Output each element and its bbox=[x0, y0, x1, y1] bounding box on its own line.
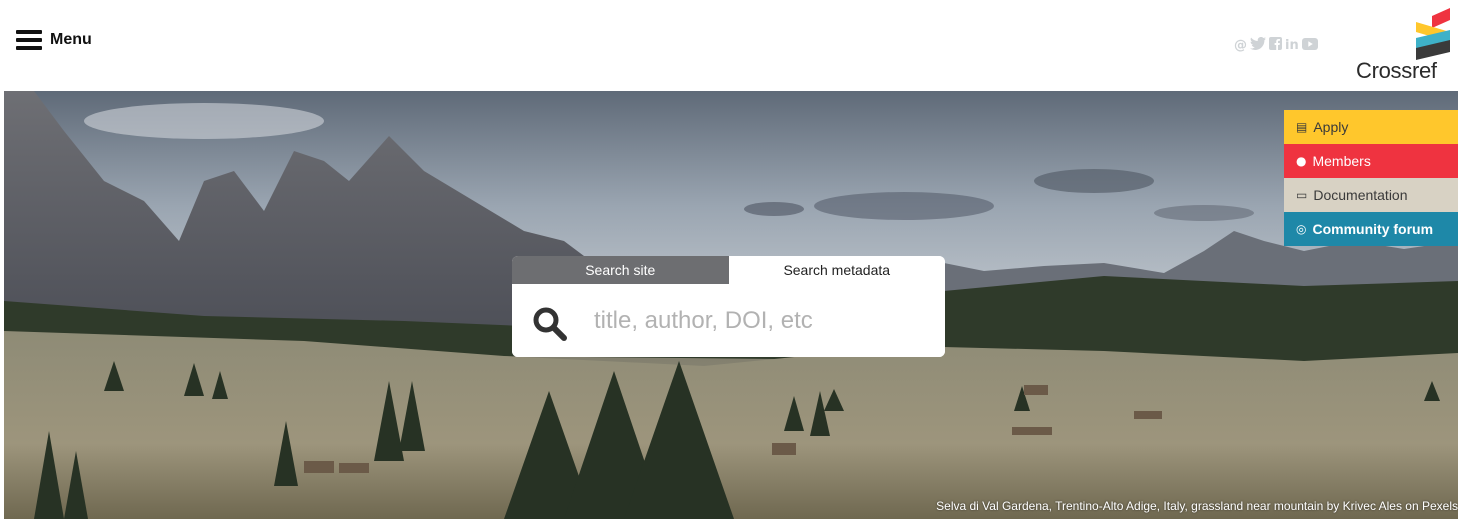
crossref-logo[interactable]: Crossref bbox=[1356, 8, 1458, 84]
logo-text: Crossref bbox=[1356, 58, 1437, 83]
search-input[interactable] bbox=[592, 302, 926, 340]
linkedin-icon[interactable]: in bbox=[1285, 38, 1299, 53]
members-link[interactable]: ● Members bbox=[1284, 144, 1458, 178]
tab-search-metadata[interactable]: Search metadata bbox=[728, 256, 945, 284]
chat-icon: ▭ bbox=[1296, 188, 1308, 202]
documentation-label: Documentation bbox=[1313, 187, 1408, 203]
twitter-icon[interactable] bbox=[1250, 36, 1266, 54]
search-icon[interactable] bbox=[532, 306, 568, 342]
youtube-icon[interactable] bbox=[1301, 37, 1318, 54]
facebook-icon[interactable] bbox=[1269, 37, 1282, 54]
hamburger-icon bbox=[16, 30, 42, 50]
crossref-logo-mark bbox=[1416, 8, 1450, 60]
search-tabs: Search site Search metadata bbox=[512, 256, 945, 284]
person-icon: ● bbox=[1296, 154, 1307, 168]
form-icon: ▤ bbox=[1296, 120, 1308, 134]
community-forum-label: Community forum bbox=[1312, 221, 1434, 237]
menu-button[interactable]: Menu bbox=[16, 30, 92, 50]
photo-credit: Selva di Val Gardena, Trentino-Alto Adig… bbox=[936, 499, 1458, 513]
search-field bbox=[512, 284, 945, 357]
documentation-link[interactable]: ▭ Documentation bbox=[1284, 178, 1458, 212]
menu-label: Menu bbox=[50, 31, 92, 48]
at-icon[interactable]: @ bbox=[1234, 38, 1247, 53]
speech-bubbles-icon: ◎ bbox=[1296, 222, 1307, 236]
site-header: Menu @ in Crossref bbox=[0, 0, 1458, 90]
social-links: @ in bbox=[1234, 36, 1318, 54]
quick-links: ▤ Apply ● Members ▭ Documentation ◎ Comm… bbox=[1284, 110, 1458, 246]
tab-search-site[interactable]: Search site bbox=[512, 256, 729, 284]
members-label: Members bbox=[1312, 153, 1371, 169]
apply-link[interactable]: ▤ Apply bbox=[1284, 110, 1458, 144]
apply-label: Apply bbox=[1313, 119, 1349, 135]
search-widget: Search site Search metadata bbox=[512, 256, 945, 357]
community-forum-link[interactable]: ◎ Community forum bbox=[1284, 212, 1458, 246]
